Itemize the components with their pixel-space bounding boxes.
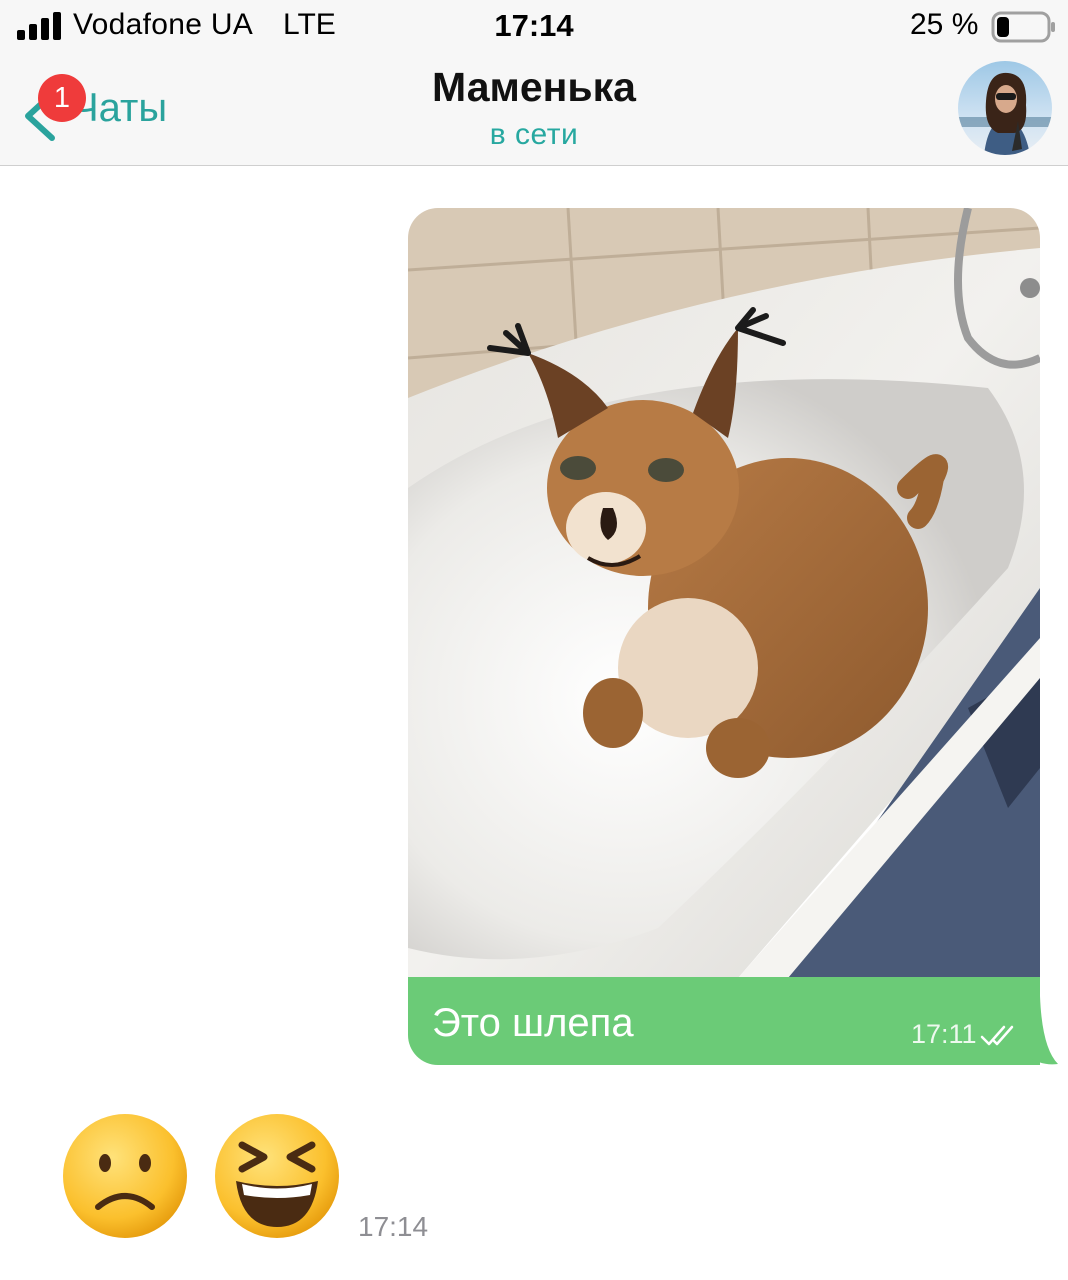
chat-header: Чаты 1 Маменька в сети [0, 56, 1068, 166]
unread-badge: 1 [38, 74, 86, 122]
caracal-in-bathtub-photo[interactable] [408, 208, 1040, 978]
message-text: Это шлепа [432, 1001, 634, 1045]
bubble-tail [1028, 996, 1058, 1065]
grinning-squinting-face-emoji [215, 1114, 339, 1238]
double-check-icon [980, 1025, 1014, 1046]
incoming-message[interactable]: 17:14 [60, 1111, 440, 1251]
slightly-frowning-face-emoji [63, 1114, 187, 1238]
chat-messages[interactable]: Это шлепа 17:11 17:14 [0, 167, 1068, 1280]
contact-avatar[interactable] [958, 61, 1052, 155]
message-time: 17:14 [358, 1211, 429, 1242]
battery-fill [997, 17, 1009, 37]
status-bar: Vodafone UA LTE 17:14 25 % [0, 0, 1068, 56]
contact-name[interactable]: Маменька [234, 64, 834, 111]
message-time: 17:11 [911, 1019, 977, 1049]
contact-status: в сети [489, 118, 579, 151]
battery-percent: 25 % [910, 8, 979, 41]
back-label: Чаты [72, 86, 168, 130]
status-clock: 17:14 [494, 8, 574, 43]
outgoing-message[interactable]: Это шлепа 17:11 [408, 208, 1058, 1065]
back-button[interactable]: Чаты 1 [16, 74, 196, 150]
message-bubble[interactable]: Это шлепа 17:11 [408, 977, 1040, 1065]
battery-icon [991, 11, 1055, 43]
contact-avatar-photo [958, 61, 1052, 155]
chat-screen: Vodafone UA LTE 17:14 25 % Чаты 1 Мамень… [0, 0, 1068, 1280]
